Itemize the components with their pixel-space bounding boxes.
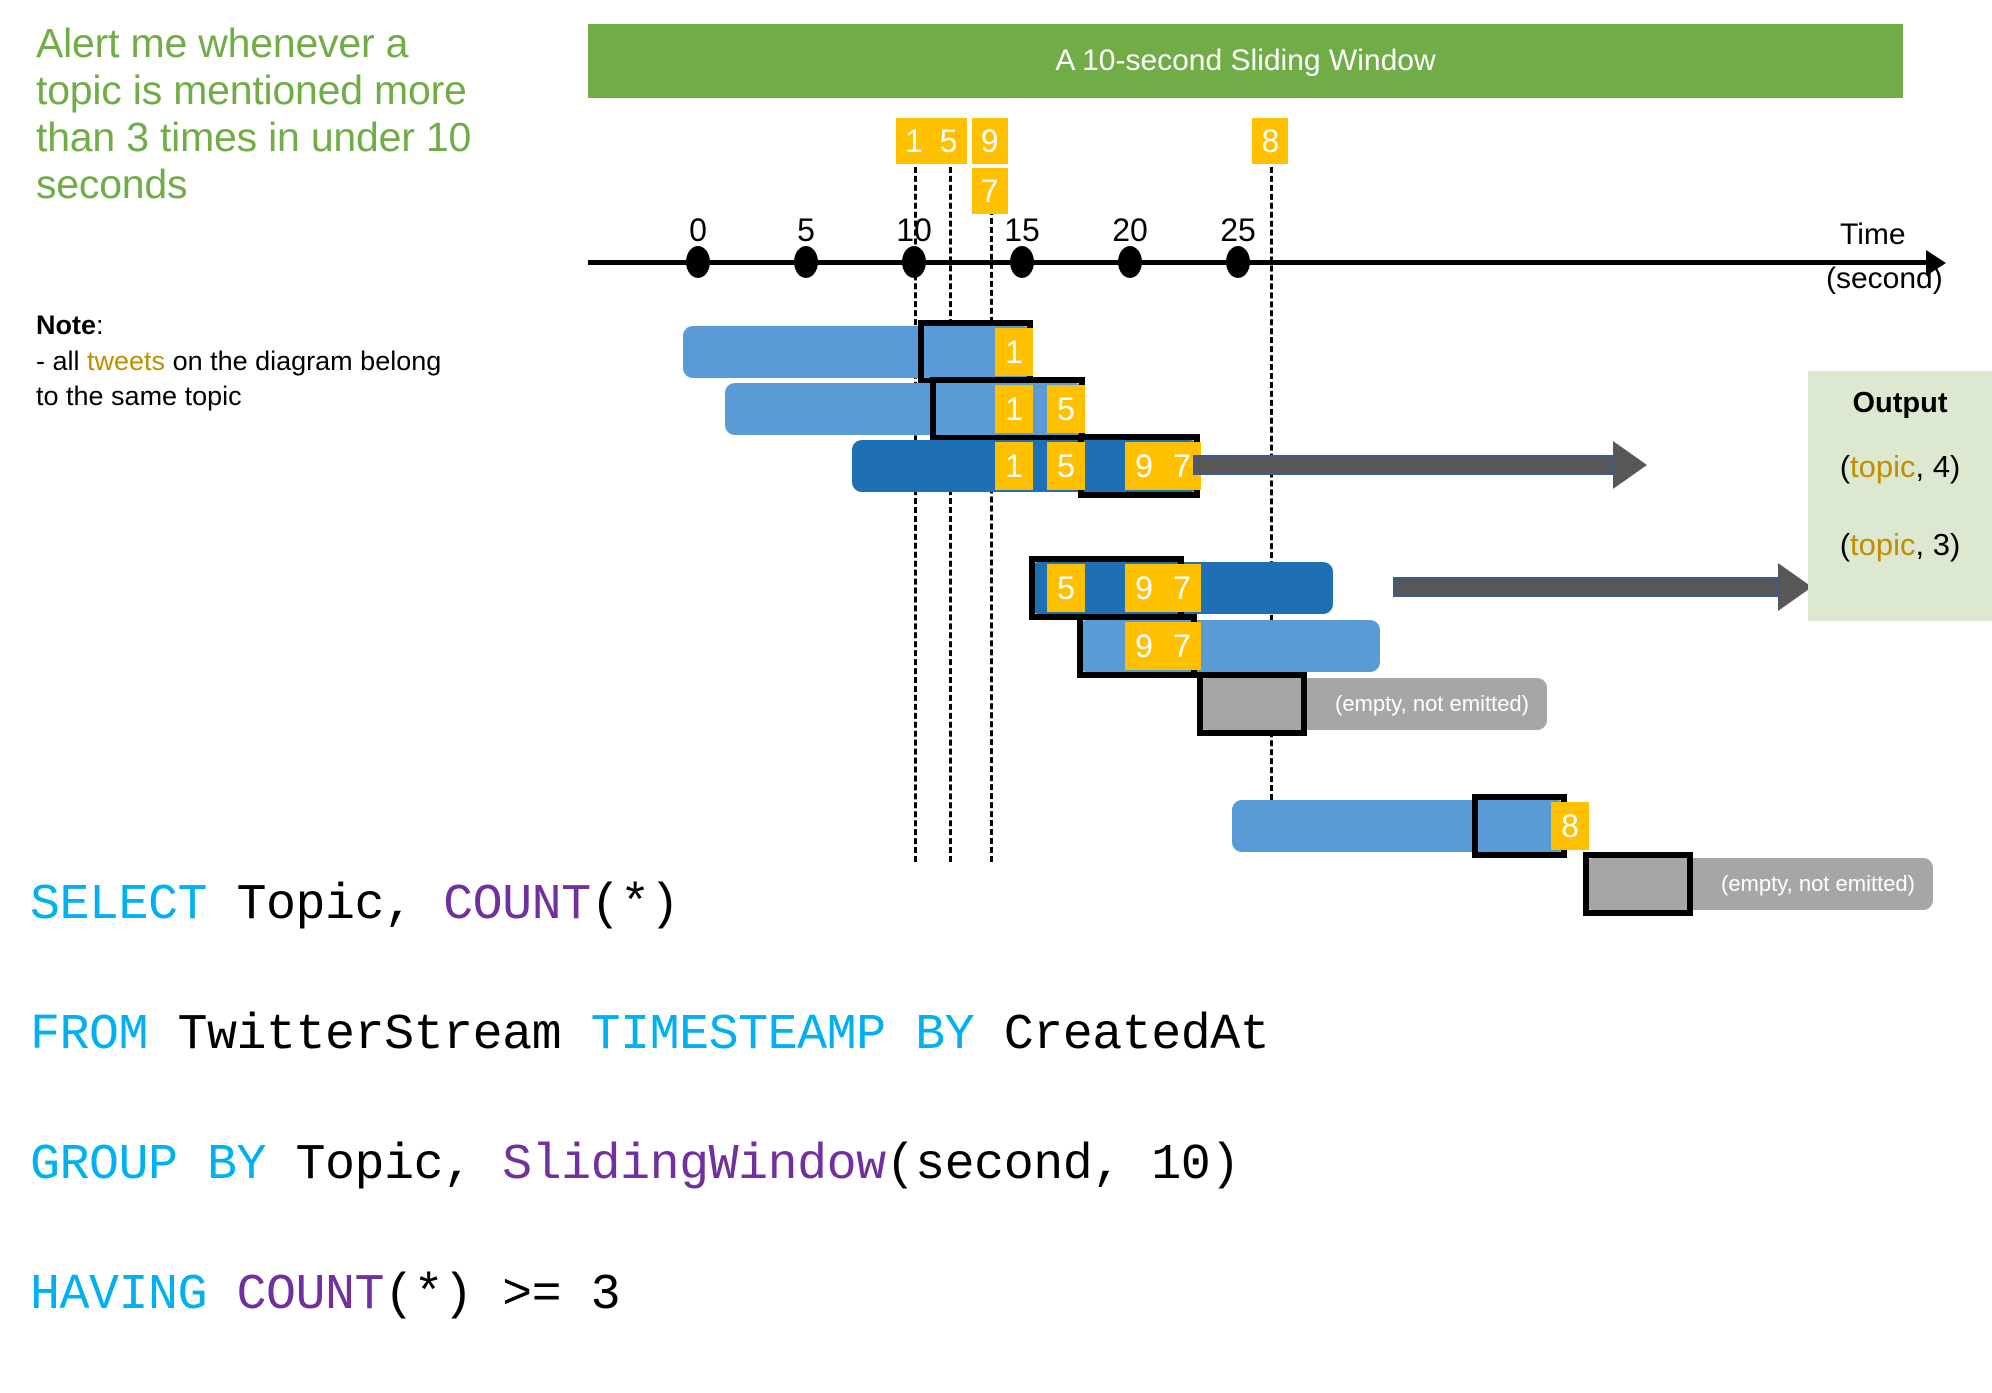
sql-line-4: HAVING COUNT(*) >= 3 [30,1263,1430,1328]
axis-tick-label-15: 15 [1004,212,1040,248]
axis-tick-label-0: 0 [689,212,707,248]
window-bar [1077,620,1380,672]
output-row-2: (topic, 3) [1808,527,1992,563]
window-bar-label: (empty, not emitted) [1721,871,1915,896]
sql-line1-mid: Topic, [207,877,444,934]
output-arrow-body-1 [1193,455,1613,475]
axis-tick-dot-25 [1226,246,1250,278]
time-axis-unit: (second) [1826,262,1943,295]
window-bar: (empty, not emitted) [1197,678,1547,730]
sql-keyword-having: HAVING [30,1267,208,1324]
sql-line1-end: (*) [590,877,680,934]
axis-tweet-badge-8: 8 [1252,118,1289,164]
axis-tick-dot-15 [1010,246,1034,278]
axis-tick-label-25: 25 [1220,212,1256,248]
output-row-2-topic: topic [1850,527,1916,562]
dashed-boundary-11.6s [948,158,952,862]
axis-tick-dot-0 [686,246,710,278]
axis-tweet-badge-1: 1 [896,118,932,164]
output-title: Output [1852,387,1948,419]
output-row-1-topic: topic [1850,449,1916,484]
output-row-1-open: ( [1839,449,1851,484]
note-prefix: - all [36,345,88,376]
axis-tick-label-20: 20 [1112,212,1148,248]
sql-line-3: GROUP BY Topic, SlidingWindow(second, 10… [30,1133,1430,1198]
output-row-1: (topic, 4) [1808,449,1992,485]
note-label: Note [36,310,96,340]
window-tweet-badge-5: 5 [1047,442,1085,490]
sql-line-2: FROM TwitterStream TIMESTEAMP BY Created… [30,1003,1430,1068]
sql-line3-end: (second, 10) [885,1137,1241,1194]
window-tweet-badge-8: 8 [1551,802,1589,850]
sql-func-slidingwindow: SlidingWindow [502,1137,886,1194]
note-colon: : [96,310,104,340]
window-tweet-badge-9: 9 [1125,564,1163,612]
window-tweet-badge-5: 5 [1047,385,1085,433]
sliding-window-header: A 10-second Sliding Window [588,24,1903,98]
output-arrow-body-2 [1393,577,1778,597]
axis-tick-dot-5 [794,246,818,278]
output-row-2-rest: , 3) [1915,527,1961,562]
note-block: Note: - all tweets on the diagram belong… [36,308,466,415]
time-axis-label: Time [1840,218,1906,251]
note-highlight: tweets [87,345,166,376]
sql-line3-mid: Topic, [266,1137,503,1194]
sql-line2-mid: TwitterStream [148,1007,591,1064]
axis-tweet-badge-5: 5 [930,118,967,164]
window-tweet-badge-5: 5 [1047,564,1085,612]
dashed-boundary-13.5s [989,200,993,862]
axis-tick-dot-20 [1118,246,1142,278]
axis-tick-label-5: 5 [797,212,815,248]
sql-keyword-timestamp-by: TIMESTEAMP BY [590,1007,975,1064]
sql-query: SELECT Topic, COUNT(*) FROM TwitterStrea… [30,808,1430,1393]
sql-func-count: COUNT [443,877,591,934]
dashed-boundary-10s [914,158,917,862]
sql-keyword-select: SELECT [30,877,208,934]
output-panel: Output (topic, 4) (topic, 3) [1808,371,1992,621]
note-line: - all tweets on the diagram belong to th… [36,344,466,415]
sql-keyword-group-by: GROUP BY [30,1137,267,1194]
window-bar: (empty, not emitted) [1583,858,1933,910]
window-tweet-badge-9: 9 [1125,622,1163,670]
window-tweet-badge-1: 1 [995,385,1033,433]
window-tweet-badge-7: 7 [1163,622,1201,670]
window-tweet-badge-7: 7 [1163,564,1201,612]
headline-text: Alert me whenever a topic is mentioned m… [36,20,472,208]
sql-func-count-2: COUNT [207,1267,385,1324]
note-heading: Note: [36,308,466,344]
sql-line-1: SELECT Topic, COUNT(*) [30,873,1430,938]
output-row-2-open: ( [1839,527,1851,562]
output-arrow-head-2 [1778,563,1812,611]
sql-line2-end: CreatedAt [974,1007,1270,1064]
window-tweet-badge-1: 1 [995,328,1033,376]
axis-tweet-badge-7: 7 [971,168,1008,214]
window-tweet-badge-1: 1 [995,442,1033,490]
time-axis-line [588,260,1928,265]
window-bar [683,326,1033,378]
output-row-1-rest: , 4) [1915,449,1961,484]
window-tweet-badge-9: 9 [1125,442,1163,490]
sql-keyword-from: FROM [30,1007,149,1064]
sliding-window-title: A 10-second Sliding Window [1055,44,1436,77]
output-arrow-head-1 [1613,441,1647,489]
window-bar-label: (empty, not emitted) [1335,691,1529,716]
sql-line4-end: (*) >= 3 [384,1267,621,1324]
axis-tweet-badge-9: 9 [971,118,1008,164]
